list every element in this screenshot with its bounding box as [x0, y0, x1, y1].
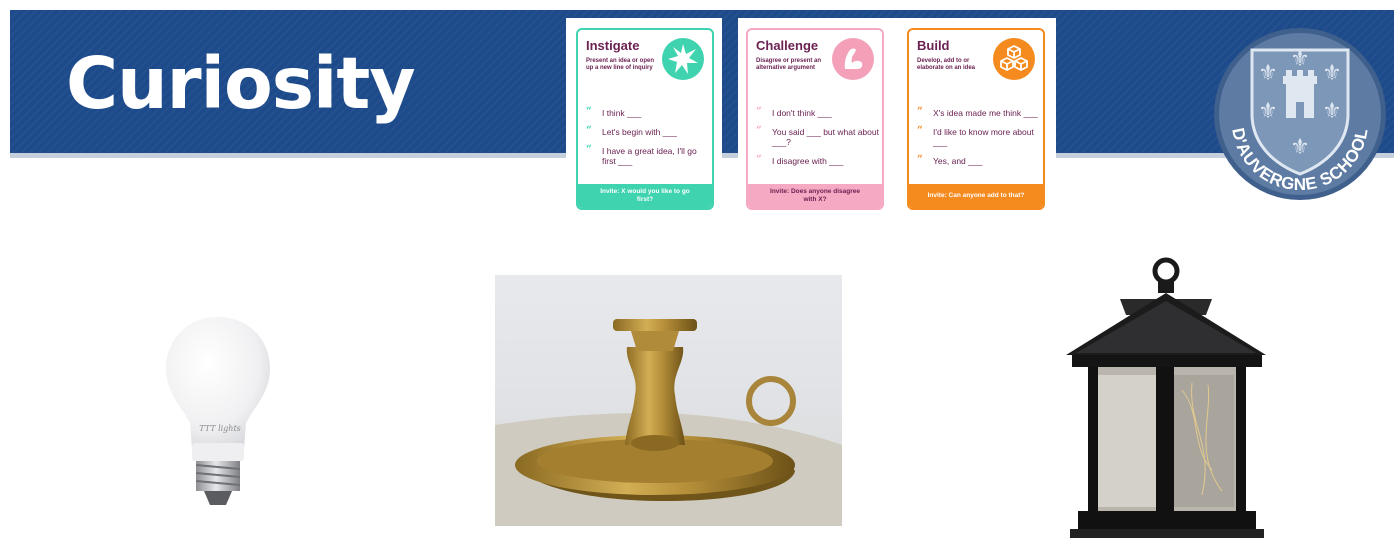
flexed-arm-icon: [832, 38, 874, 80]
card-title: Challenge: [756, 38, 819, 53]
school-crest-logo: ⚜ ⚜ ⚜ ⚜ ⚜ ⚜ D'AUVERGNE SCHOOL: [1210, 26, 1390, 202]
svg-text:⚜: ⚜: [1258, 99, 1278, 124]
light-bulb-image: TTT lights: [158, 315, 278, 510]
list-item: “Let's begin with ___: [586, 125, 677, 138]
build-card: Build Develop, add to or elaborate on an…: [907, 28, 1045, 210]
card-footer: Invite: X would you like to go first?: [578, 184, 712, 208]
card-subtitle: Present an idea or open up a new line of…: [586, 58, 655, 71]
phrase-list: “I think ___ “Let's begin with ___ “I ha…: [586, 106, 710, 175]
svg-text:⚜: ⚜: [1290, 135, 1310, 160]
list-item: “Yes, and ___: [917, 154, 983, 167]
card-subtitle: Disagree or present an alternative argum…: [756, 58, 822, 71]
starburst-icon: [662, 38, 704, 80]
candle-holder-image: [495, 275, 842, 526]
phrase-list: “X's idea made me think ___ “I'd like to…: [917, 106, 1041, 175]
svg-text:⚜: ⚜: [1322, 61, 1342, 86]
svg-text:⚜: ⚜: [1322, 99, 1342, 124]
card-title: Build: [917, 38, 950, 53]
card-subtitle: Develop, add to or elaborate on an idea: [917, 58, 976, 71]
stacked-cubes-icon: [993, 38, 1035, 80]
list-item: “X's idea made me think ___: [917, 106, 1038, 119]
slide-title: Curiosity: [66, 42, 416, 125]
challenge-card: Challenge Disagree or present an alterna…: [746, 28, 884, 210]
instigate-card: Instigate Present an idea or open up a n…: [576, 28, 714, 210]
svg-text:⚜: ⚜: [1290, 47, 1310, 72]
list-item: “I have a great idea, I'll go first ___: [586, 144, 697, 167]
phrase-list: “I don't think ___ “You said ___ but wha…: [756, 106, 880, 175]
list-item: “I disagree with ___: [756, 154, 844, 167]
list-item: “You said ___ but what about ___?: [756, 125, 879, 148]
bulb-brand-label: TTT lights: [199, 424, 241, 433]
card-footer: Invite: Can anyone add to that?: [909, 184, 1043, 208]
lantern-image: [1062, 255, 1272, 538]
list-item: “I don't think ___: [756, 106, 832, 119]
list-item: “I'd like to know more about ___: [917, 125, 1034, 148]
card-footer: Invite: Does anyone disagree with X?: [748, 184, 882, 208]
list-item: “I think ___: [586, 106, 642, 119]
card-title: Instigate: [586, 38, 640, 53]
svg-text:⚜: ⚜: [1258, 61, 1278, 86]
